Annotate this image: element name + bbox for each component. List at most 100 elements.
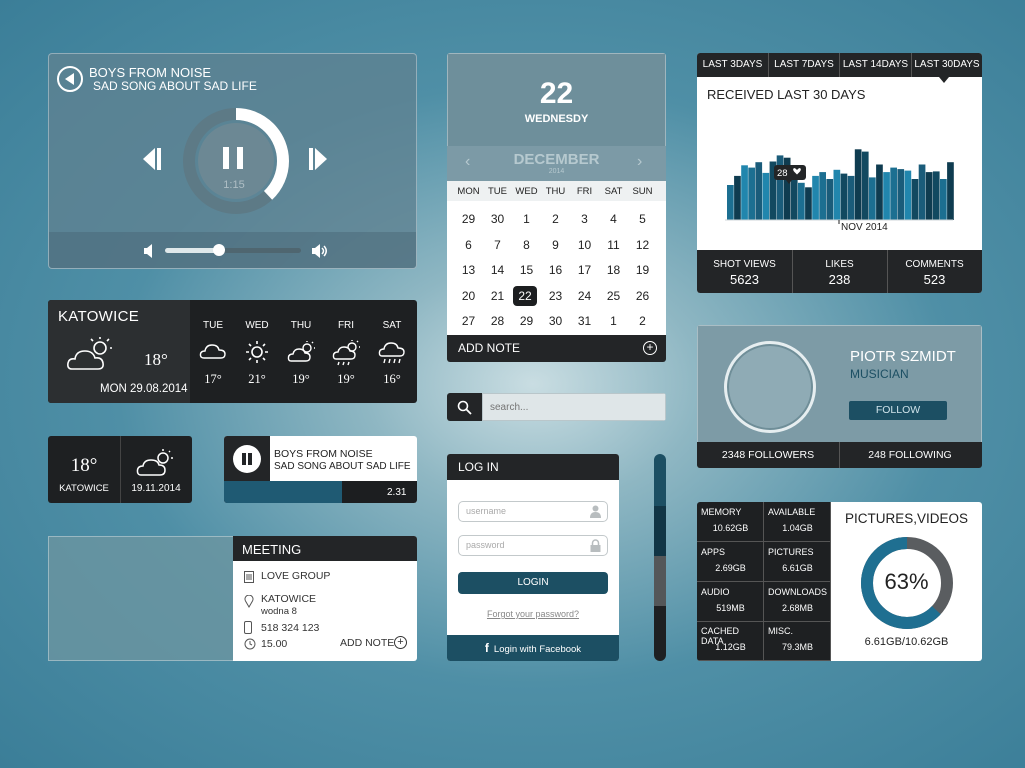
calendar-day[interactable]: 27 — [454, 312, 483, 330]
previous-track-icon[interactable] — [141, 148, 165, 170]
pause-button[interactable] — [223, 147, 243, 169]
follow-button[interactable]: FOLLOW — [849, 401, 947, 420]
chart-bar[interactable] — [918, 164, 926, 221]
calendar-day[interactable]: 31 — [570, 312, 599, 330]
calendar-day[interactable]: 1 — [512, 210, 541, 228]
chart-bar[interactable] — [798, 182, 805, 220]
chart-bar[interactable] — [940, 179, 947, 220]
calendar-day[interactable]: 2 — [541, 210, 570, 228]
calendar-day[interactable]: 9 — [541, 236, 570, 254]
calendar-day[interactable]: 6 — [454, 236, 483, 254]
calendar-day[interactable]: 7 — [483, 236, 512, 254]
forecast-temp: 16° — [383, 372, 401, 386]
calendar-day[interactable]: 8 — [512, 236, 541, 254]
add-note-label[interactable]: ADD NOTE — [340, 637, 394, 649]
chart-bar[interactable] — [897, 169, 905, 220]
chart-bar[interactable] — [833, 169, 841, 220]
calendar-day[interactable]: 21 — [483, 287, 512, 305]
calendar-day[interactable]: 14 — [483, 261, 512, 279]
username-field[interactable]: username — [458, 501, 608, 522]
avatar[interactable] — [724, 341, 816, 433]
calendar-day[interactable]: 5 — [628, 210, 657, 228]
calendar-day[interactable]: 3 — [570, 210, 599, 228]
calendar-year: 2014 — [548, 168, 565, 175]
chart-bar[interactable] — [748, 167, 755, 220]
calendar-day[interactable]: 18 — [599, 261, 628, 279]
chart-bar[interactable] — [947, 162, 954, 220]
chart-month-label: NOV 2014 — [841, 222, 888, 233]
chart-bar[interactable] — [840, 173, 848, 220]
chart-bar[interactable] — [861, 151, 869, 220]
chart-bar[interactable] — [883, 172, 890, 220]
tab-last-3-days[interactable]: LAST 3DAYS — [697, 53, 769, 77]
chart-bar[interactable] — [869, 177, 876, 220]
search-button[interactable] — [447, 393, 482, 421]
storage-cell: AVAILABLE 1.04GB — [764, 502, 831, 542]
login-button[interactable]: LOGIN — [458, 572, 608, 594]
calendar-day[interactable]: 2 — [628, 312, 657, 330]
facebook-login-label: Login with Facebook — [493, 644, 582, 655]
chart-bar[interactable] — [932, 171, 940, 220]
chevron-right-icon[interactable]: › — [637, 153, 642, 171]
scroll-segment — [654, 506, 666, 556]
chart-bar[interactable] — [755, 162, 763, 220]
chart-bar[interactable] — [925, 172, 933, 220]
forecast-temp: 17° — [204, 372, 222, 386]
calendar-day[interactable]: 10 — [570, 236, 599, 254]
password-field[interactable]: password — [458, 535, 608, 556]
calendar-day[interactable]: 30 — [483, 210, 512, 228]
add-note-plus-icon[interactable]: + — [643, 341, 657, 355]
chart-bar[interactable] — [762, 172, 770, 220]
calendar-day[interactable]: 17 — [570, 261, 599, 279]
calendar-day[interactable]: 23 — [541, 287, 570, 305]
add-note-plus-icon[interactable]: + — [394, 636, 407, 649]
calendar-day[interactable]: 11 — [599, 236, 628, 254]
chart-bar[interactable] — [734, 175, 741, 220]
facebook-login-button[interactable]: f Login with Facebook — [447, 635, 619, 661]
calendar-day[interactable]: 26 — [628, 287, 657, 305]
chart-bar[interactable] — [911, 179, 919, 220]
chart-bar[interactable] — [890, 167, 897, 220]
calendar-day[interactable]: 29 — [512, 312, 541, 330]
calendar-day[interactable]: 24 — [570, 287, 599, 305]
volume-low-icon[interactable] — [143, 244, 155, 258]
chart-bar[interactable] — [826, 179, 834, 220]
calendar-day[interactable]: 30 — [541, 312, 570, 330]
chart-bar[interactable] — [854, 149, 862, 220]
calendar-day[interactable]: 13 — [454, 261, 483, 279]
calendar-day[interactable]: 25 — [599, 287, 628, 305]
back-icon[interactable] — [57, 66, 83, 92]
calendar-day[interactable]: 15 — [512, 261, 541, 279]
volume-high-icon[interactable] — [311, 244, 329, 258]
chart-bar[interactable] — [727, 185, 734, 220]
chart-bar[interactable] — [741, 165, 748, 220]
chart-bar[interactable] — [876, 164, 883, 221]
followers-count[interactable]: 2348 FOLLOWERS — [697, 449, 839, 461]
tab-last-7-days[interactable]: LAST 7DAYS — [769, 53, 840, 77]
chart-bar[interactable] — [819, 172, 826, 220]
calendar-day[interactable]: 19 — [628, 261, 657, 279]
calendar-day[interactable]: 28 — [483, 312, 512, 330]
calendar-day[interactable]: 4 — [599, 210, 628, 228]
chart-bar[interactable] — [904, 170, 912, 220]
calendar-day[interactable]: 12 — [628, 236, 657, 254]
add-note-label[interactable]: ADD NOTE — [458, 341, 520, 355]
chart-bar[interactable] — [847, 175, 855, 220]
calendar-day[interactable]: 16 — [541, 261, 570, 279]
following-count[interactable]: 248 FOLLOWING — [839, 449, 981, 461]
meeting-street: wodna 8 — [261, 606, 297, 617]
calendar-day[interactable]: 20 — [454, 287, 483, 305]
calendar-day[interactable]: 29 — [454, 210, 483, 228]
calendar-day[interactable]: 1 — [599, 312, 628, 330]
forgot-password-link[interactable]: Forgot your password? — [447, 609, 619, 619]
next-track-icon[interactable] — [305, 148, 329, 170]
search-input[interactable] — [482, 393, 666, 421]
pause-icon[interactable] — [233, 445, 261, 473]
storage-cell-value: 2.68MB — [781, 602, 814, 613]
tab-last-14-days[interactable]: LAST 14DAYS — [840, 53, 912, 77]
chart-bar[interactable] — [812, 175, 819, 220]
tab-last-30-days[interactable]: LAST 30DAYS — [912, 53, 982, 77]
chart-bar[interactable] — [805, 187, 812, 220]
calendar-day-selected[interactable]: 22 — [513, 285, 537, 306]
vertical-scroll-bar[interactable] — [654, 454, 666, 661]
